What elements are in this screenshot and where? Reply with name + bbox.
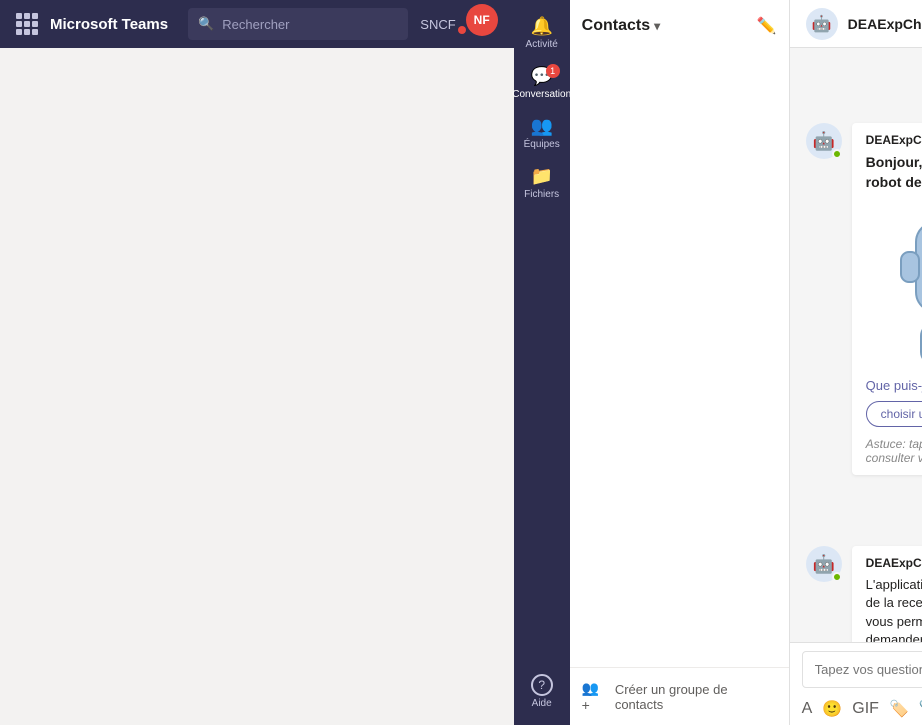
bot-avatar-1: 🤖 <box>806 123 842 159</box>
activity-icon: 🔔 <box>530 16 552 37</box>
sidebar-label-aide: Aide <box>532 698 552 709</box>
bot-msg-header-1: DEAExpChatBot 19:10 <box>866 133 922 147</box>
bot-online-indicator <box>832 149 842 159</box>
org-label: SNCF <box>420 17 455 32</box>
teams-icon: 👥 <box>530 116 552 137</box>
top-bar-right: SNCF NF <box>420 4 497 44</box>
chevron-down-icon: ▾ <box>654 19 660 33</box>
chat-messages: 19:10 bonjour 🤖 DEAExpChatBot 19:10 Bonj… <box>790 48 922 642</box>
apps-grid-icon[interactable] <box>16 13 38 35</box>
choice-button[interactable]: choisir un client <box>866 401 922 427</box>
search-input[interactable] <box>222 17 398 32</box>
sidebar-label-conversation: Conversation <box>512 89 571 100</box>
search-bar[interactable]: 🔍 <box>188 8 408 40</box>
sidebar-item-aide[interactable]: ? Aide <box>514 666 570 717</box>
sidebar-label-equipes: Équipes <box>524 139 560 150</box>
create-group-button[interactable]: 👥+ Créer un groupe de contacts <box>570 667 789 725</box>
contacts-label: Contacts <box>582 17 650 35</box>
bot-msg-content-2: DEAExpChatBot 19:10 L'application apollo… <box>852 546 922 642</box>
search-icon: 🔍 <box>198 16 214 32</box>
message-input[interactable] <box>802 651 922 688</box>
robot-illustration <box>866 200 922 370</box>
sidebar-item-activite[interactable]: 🔔 Activité <box>514 8 570 58</box>
user-message-1: 19:10 bonjour <box>806 64 922 111</box>
bot-name-header: DEAExpChatBot <box>848 16 922 32</box>
bot-body-text-2: L'application apollo est la boite à outi… <box>866 576 922 642</box>
contacts-panel: Contacts ▾ ✏️ 👥+ Créer un groupe de cont… <box>570 0 790 725</box>
contacts-header: Contacts ▾ ✏️ <box>570 0 789 44</box>
gif-icon[interactable]: GIF <box>852 700 879 718</box>
chat-badge: 1 <box>546 64 560 78</box>
bot-question-text: Que puis-je faire pour vous aider? <box>866 378 922 393</box>
notification-dot <box>458 26 466 34</box>
add-group-icon: 👥+ <box>582 680 607 713</box>
files-icon: 📁 <box>530 166 552 187</box>
sidebar-label-fichiers: Fichiers <box>524 189 559 200</box>
user-message-2: 19:10 c'est quoi apollo ? ○ <box>806 487 922 534</box>
top-bar: Microsoft Teams 🔍 SNCF NF <box>0 0 514 48</box>
input-bar: A 🙂 GIF 🏷️ 📎 ▶ ↺ ··· ➤ <box>790 642 922 725</box>
sidebar-item-conversation[interactable]: 💬 1 Conversation <box>514 58 570 108</box>
bot-intro-text: Bonjour, je suis RocBOT, le robot de l'E… <box>866 153 922 192</box>
toolbar: A 🙂 GIF 🏷️ 📎 ▶ ↺ ··· ➤ <box>802 694 922 721</box>
chat-header: 🤖 DEAExpChatBot Conversation <box>790 0 922 48</box>
astuce-text: Astuce: tapez AIDE a tout moment pour co… <box>866 437 922 465</box>
main-chat-area: 🤖 DEAExpChatBot Conversation 19:10 bonjo… <box>790 0 922 725</box>
contacts-title-button[interactable]: Contacts ▾ <box>582 17 660 35</box>
help-icon: ? <box>531 674 553 696</box>
sidebar-label-activite: Activité <box>526 39 558 50</box>
sidebar-nav: 🔔 Activité 💬 1 Conversation 👥 Équipes 📁 … <box>514 0 570 725</box>
bot-avatar-header: 🤖 <box>806 8 838 40</box>
edit-icon[interactable]: ✏️ <box>757 16 777 36</box>
bot-avatar-2: 🤖 <box>806 546 842 582</box>
bot-sender-2: DEAExpChatBot <box>866 556 922 570</box>
bot-online-indicator-2 <box>832 572 842 582</box>
sidebar-item-equipes[interactable]: 👥 Équipes <box>514 108 570 158</box>
bot-message-2: 🤖 DEAExpChatBot 19:10 L'application apol… <box>806 546 922 642</box>
bot-message-1: 🤖 DEAExpChatBot 19:10 Bonjour, je suis R… <box>806 123 922 475</box>
sticker-icon[interactable]: 🏷️ <box>889 699 909 719</box>
sidebar-item-fichiers[interactable]: 📁 Fichiers <box>514 158 570 208</box>
bot-msg-content-1: DEAExpChatBot 19:10 Bonjour, je suis Roc… <box>852 123 922 475</box>
bot-msg-header-2: DEAExpChatBot 19:10 <box>866 556 922 570</box>
user-avatar[interactable]: NF <box>466 4 498 36</box>
format-icon[interactable]: A <box>802 700 813 718</box>
emoji-icon[interactable]: 🙂 <box>822 699 842 719</box>
app-name: Microsoft Teams <box>50 16 168 33</box>
bot-sender-1: DEAExpChatBot <box>866 133 922 147</box>
create-group-label: Créer un groupe de contacts <box>615 682 777 712</box>
